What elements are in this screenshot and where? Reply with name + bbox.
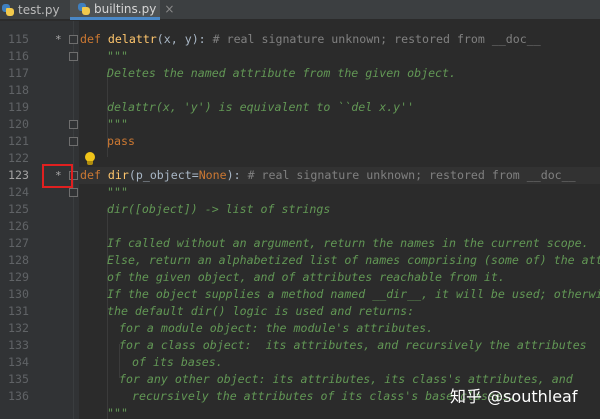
- line-number: 117: [8, 66, 29, 80]
- editor-tab-bar: test.py builtins.py ×: [0, 0, 600, 20]
- code-line-133: for a class object: its attributes, and …: [119, 338, 587, 352]
- code-line-123: def dir(p_object=None): # real signature…: [80, 168, 576, 182]
- code-line-125: dir([object]) -> list of strings: [107, 202, 331, 216]
- code-editor[interactable]: def delattr(x, y): # real signature unkn…: [80, 21, 600, 419]
- line-number: 136: [8, 389, 29, 403]
- line-number: 118: [8, 83, 29, 97]
- highlight-box-annotation: [42, 164, 73, 188]
- code-line-116: """: [107, 49, 128, 63]
- python-file-icon: [78, 2, 90, 15]
- fold-toggle-icon[interactable]: [69, 137, 78, 146]
- line-number: 115: [8, 32, 29, 46]
- line-number: 119: [8, 100, 29, 114]
- close-tab-icon[interactable]: ×: [164, 2, 174, 16]
- line-number: 121: [8, 134, 29, 148]
- line-number: 122: [8, 151, 29, 165]
- tab-label: builtins.py: [94, 1, 157, 16]
- line-number: 135: [8, 372, 29, 386]
- code-line-132: for a module object: the module's attrib…: [119, 321, 434, 335]
- code-line-129: of the given object, and of attributes r…: [107, 270, 505, 284]
- python-file-icon: [2, 4, 14, 16]
- line-number: 130: [8, 287, 29, 301]
- line-number: 125: [8, 202, 29, 216]
- watermark-text: 知乎 @southleaf: [450, 387, 578, 406]
- line-number: 127: [8, 236, 29, 250]
- code-line-115: def delattr(x, y): # real signature unkn…: [80, 32, 541, 46]
- line-number: 120: [8, 117, 29, 131]
- line-number: 134: [8, 355, 29, 369]
- tab-test-py[interactable]: test.py: [0, 0, 66, 20]
- fold-toggle-icon[interactable]: [69, 120, 78, 129]
- code-line-131: the default dir() logic is used and retu…: [107, 304, 415, 318]
- code-line-120: """: [107, 117, 128, 131]
- line-number: 124: [8, 185, 29, 199]
- code-line-121: pass: [107, 134, 135, 148]
- line-number: 126: [8, 219, 29, 233]
- code-line-117: Deletes the named attribute from the giv…: [107, 66, 457, 80]
- line-number: 131: [8, 304, 29, 318]
- code-line-127: If called without an argument, return th…: [107, 236, 589, 250]
- line-number-current: 123: [8, 168, 29, 182]
- fold-toggle-icon[interactable]: [69, 188, 78, 197]
- fold-toggle-icon[interactable]: [69, 35, 78, 44]
- code-line-134: of its bases.: [132, 355, 223, 369]
- line-number: 133: [8, 338, 29, 352]
- line-number: 128: [8, 253, 29, 267]
- line-number: 116: [8, 49, 29, 63]
- tab-label: test.py: [18, 3, 60, 17]
- lightbulb-icon[interactable]: [84, 152, 96, 166]
- line-number: 132: [8, 321, 29, 335]
- fold-gutter-line: [73, 21, 74, 419]
- tab-builtins-py[interactable]: builtins.py ×: [70, 0, 174, 20]
- override-marker-icon[interactable]: *: [55, 31, 63, 48]
- line-number: 129: [8, 270, 29, 284]
- code-line-124: """: [107, 185, 128, 199]
- code-line-137: """: [107, 406, 128, 419]
- fold-toggle-icon[interactable]: [69, 52, 78, 61]
- code-line-128: Else, return an alphabetized list of nam…: [107, 253, 600, 267]
- code-line-119: delattr(x, 'y') is equivalent to ``del x…: [107, 100, 415, 114]
- code-line-130: If the object supplies a method named __…: [107, 287, 600, 301]
